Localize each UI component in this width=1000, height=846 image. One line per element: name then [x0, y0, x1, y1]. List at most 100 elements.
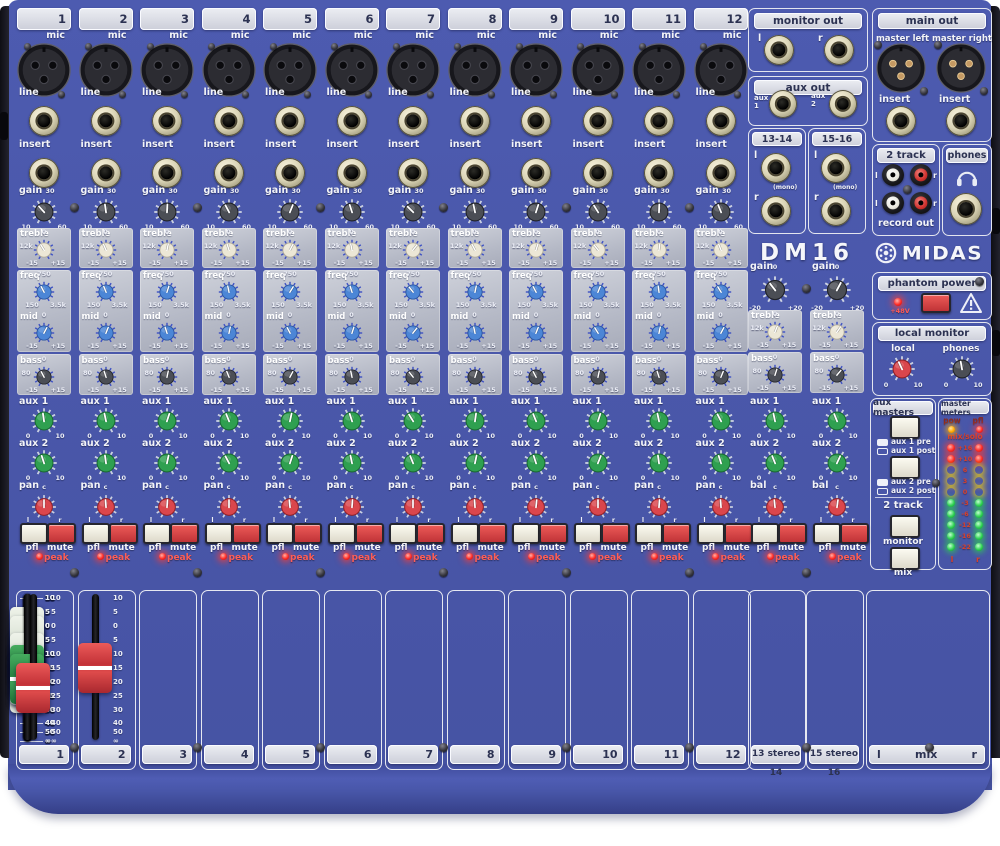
jack-hole — [652, 166, 666, 180]
aux2-knob-ch4[interactable] — [214, 448, 244, 478]
mute-button-label-ch6: mute — [354, 543, 381, 553]
gain-knob-ch1[interactable] — [29, 197, 59, 227]
screw — [146, 42, 154, 50]
knob-scale-mark: -15 — [149, 342, 161, 350]
local-monitor-level-knob[interactable] — [887, 354, 917, 384]
mute-button-ch2[interactable] — [108, 523, 138, 544]
pfl-button-ch1[interactable] — [20, 523, 48, 544]
pfl-button-ch2[interactable] — [81, 523, 110, 544]
mute-button-ch6[interactable] — [354, 523, 384, 544]
knob-scale-mark: 0 — [349, 228, 354, 236]
mic-label-ch3: mic — [169, 30, 188, 41]
knob-scale-mark: 3.5k — [419, 301, 435, 309]
knob-scale-mark: c — [349, 483, 354, 491]
pfl-button-ch11[interactable] — [635, 523, 663, 544]
fader-mix-r[interactable] — [78, 643, 112, 693]
mute-button-ch5[interactable] — [293, 523, 322, 544]
peak-led-ch4 — [220, 552, 227, 560]
mic-label-ch5: mic — [292, 30, 311, 41]
pfl-button-label-ch6: pfl — [332, 543, 347, 553]
aux1-knob-ch6[interactable] — [337, 406, 367, 436]
gain-knob-ch3[interactable] — [152, 197, 182, 227]
aux1-knob-ch8[interactable] — [460, 406, 490, 436]
pfl-button-ch10[interactable] — [573, 523, 602, 544]
meter-mark-+10: +10 — [957, 455, 973, 463]
aux2-knob-ch8[interactable] — [460, 448, 490, 478]
aux1-knob-ch10[interactable] — [583, 406, 613, 436]
fader-section-ch11 — [631, 590, 689, 770]
pfl-button-ch9[interactable] — [512, 523, 540, 544]
mute-button-ch10[interactable] — [600, 523, 630, 544]
aux2-knob-ch12[interactable] — [706, 448, 736, 478]
line-label-ch1: line — [19, 87, 39, 98]
line-jack-ch4 — [213, 106, 244, 136]
gain-knob-ch9[interactable] — [521, 197, 551, 227]
fader-scale-number: 40 — [113, 719, 123, 727]
mixing-console: monitor out l r aux out aux 1 aux 2 13-14 … — [0, 0, 1000, 846]
gain-knob-ch8[interactable] — [460, 197, 490, 227]
knob-scale-mark: +15 — [481, 259, 496, 267]
screw — [70, 567, 80, 577]
aux1-knob-ch2[interactable] — [91, 406, 121, 436]
aux1-knob-ch12[interactable] — [706, 406, 736, 436]
mute-button-ch8[interactable] — [477, 523, 507, 544]
fader-mix-l[interactable] — [16, 662, 50, 713]
gain-knob-st13-14[interactable] — [759, 274, 791, 306]
screw — [316, 742, 326, 752]
channel-number-strip-ch8: 8 — [447, 8, 502, 30]
aux2-knob-ch2[interactable] — [91, 448, 121, 478]
knob-scale-mark: -15 — [641, 342, 653, 350]
pfl-button-st13-14[interactable] — [751, 523, 779, 544]
knob-scale-mark: c — [226, 483, 231, 491]
meter-led-r-+10 — [975, 455, 983, 463]
pfl-button-ch5[interactable] — [266, 523, 294, 544]
main-out-left-xlr — [876, 43, 926, 93]
knob-scale-mark: -15 — [579, 259, 592, 267]
fader-section-ch4 — [200, 590, 259, 770]
pfl-button-ch6[interactable] — [327, 523, 356, 544]
pfl-button-st15-16[interactable] — [813, 523, 841, 544]
mute-button-ch11[interactable] — [662, 523, 691, 544]
gain-knob-ch10[interactable] — [583, 197, 613, 227]
pfl-button-ch8[interactable] — [450, 523, 479, 544]
gain-knob-ch5[interactable] — [275, 197, 305, 227]
mute-button-ch1[interactable] — [47, 523, 76, 544]
screw — [974, 276, 984, 286]
insert-label-ch1: insert — [19, 139, 51, 150]
channel-number-strip-ch12: 12 — [693, 8, 748, 30]
mute-button-st13-14[interactable] — [778, 523, 807, 544]
knob-scale-mark: 150 — [578, 301, 593, 309]
meter-mark--16: -16 — [959, 532, 971, 540]
meter-led-r-0 — [975, 488, 983, 496]
gain-knob-st15-16[interactable] — [821, 274, 853, 306]
gain-knob-ch2[interactable] — [91, 197, 121, 227]
mute-button-ch4[interactable] — [231, 523, 261, 544]
screw — [269, 42, 277, 50]
aux1-knob-ch4[interactable] — [214, 406, 244, 436]
aux2-knob-ch10[interactable] — [583, 448, 613, 478]
gain-knob-ch4[interactable] — [214, 197, 244, 227]
knob-scale-mark: 0 — [718, 311, 723, 319]
mute-button-ch3[interactable] — [170, 523, 199, 544]
local-phones-level-knob[interactable] — [947, 354, 977, 384]
gain-knob-ch7[interactable] — [398, 197, 428, 227]
knob-scale-mark: 0 — [656, 311, 662, 319]
gain-knob-ch11[interactable] — [644, 197, 674, 227]
gain-knob-ch6[interactable] — [337, 197, 367, 227]
pfl-button-ch3[interactable] — [143, 523, 171, 544]
fader-scale-number: 10 — [113, 594, 123, 602]
mute-button-ch9[interactable] — [539, 523, 568, 544]
knob-scale-mark: 10 — [547, 432, 557, 440]
mute-button-st15-16[interactable] — [840, 523, 869, 544]
aux2-knob-ch6[interactable] — [337, 448, 367, 478]
gain-knob-ch12[interactable] — [706, 197, 736, 227]
line-label-ch4: line — [203, 87, 224, 98]
pfl-button-ch7[interactable] — [389, 523, 417, 544]
screw — [577, 42, 584, 50]
mute-button-ch12[interactable] — [723, 523, 753, 544]
knob-scale-mark: -15 — [272, 342, 284, 350]
pfl-button-ch12[interactable] — [696, 523, 725, 544]
pfl-button-ch4[interactable] — [204, 523, 233, 544]
gain-label-ch3: gain — [142, 185, 166, 196]
mute-button-ch7[interactable] — [416, 523, 445, 544]
